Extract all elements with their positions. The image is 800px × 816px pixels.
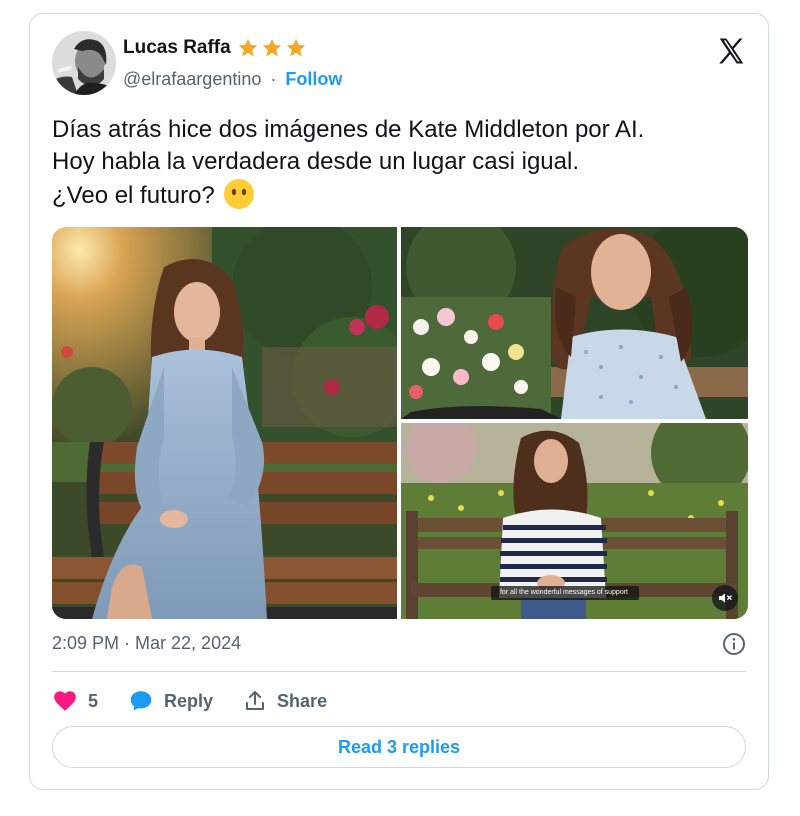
x-logo-icon[interactable] <box>716 36 746 66</box>
author-handle[interactable]: @elrafaargentino <box>123 69 261 89</box>
tweet-text-question: ¿Veo el futuro? <box>52 182 215 209</box>
read-replies-button[interactable]: Read 3 replies <box>52 726 746 768</box>
reply-label: Reply <box>164 690 214 711</box>
tweet-text: Días atrás hice dos imágenes de Kate Mid… <box>52 114 752 212</box>
share-button[interactable]: Share <box>243 689 327 713</box>
mute-speaker-icon <box>719 593 732 603</box>
star-icon <box>262 38 281 57</box>
media-image-1[interactable] <box>52 227 397 619</box>
follow-button[interactable]: Follow <box>285 69 342 89</box>
media-video[interactable]: for all the wonderful messages of suppor… <box>401 423 748 619</box>
media-grid: for all the wonderful messages of suppor… <box>52 227 748 619</box>
reply-bubble-icon <box>130 691 152 711</box>
badge-stars <box>237 37 307 59</box>
divider <box>52 671 746 672</box>
star-icon <box>238 38 257 57</box>
like-button[interactable]: 5 <box>52 688 98 714</box>
heart-icon <box>54 691 76 711</box>
tweet-text-line: Hoy habla la verdadera desde un lugar ca… <box>52 148 580 175</box>
handle-separator: · <box>270 69 277 89</box>
avatar[interactable] <box>52 31 116 95</box>
media-image-2[interactable] <box>401 227 748 419</box>
tweet-card: Lucas Raffa @elrafaargentino · Follow Dí… <box>29 13 769 790</box>
star-icon <box>286 38 305 57</box>
tweet-text-line: ¿Veo el futuro? <box>52 178 752 212</box>
mute-button[interactable] <box>712 585 738 611</box>
video-caption: for all the wonderful messages of suppor… <box>499 589 628 596</box>
read-replies-label: Read 3 replies <box>337 736 461 757</box>
share-label: Share <box>277 690 328 711</box>
author-name-row: Lucas Raffa <box>123 37 307 59</box>
share-upload-icon <box>246 691 265 710</box>
action-bar: 5 Reply Share <box>52 686 357 716</box>
tweet-text-line: Días atrás hice dos imágenes de Kate Mid… <box>52 116 645 143</box>
info-icon[interactable] <box>722 632 746 656</box>
like-count: 5 <box>88 690 99 711</box>
face-without-mouth-emoji <box>224 179 255 209</box>
author-name[interactable]: Lucas Raffa <box>123 37 231 59</box>
reply-button[interactable]: Reply <box>128 688 213 714</box>
author-handle-row: @elrafaargentino · Follow <box>123 69 342 90</box>
tweet-timestamp[interactable]: 2:09 PM · Mar 22, 2024 <box>52 633 241 654</box>
